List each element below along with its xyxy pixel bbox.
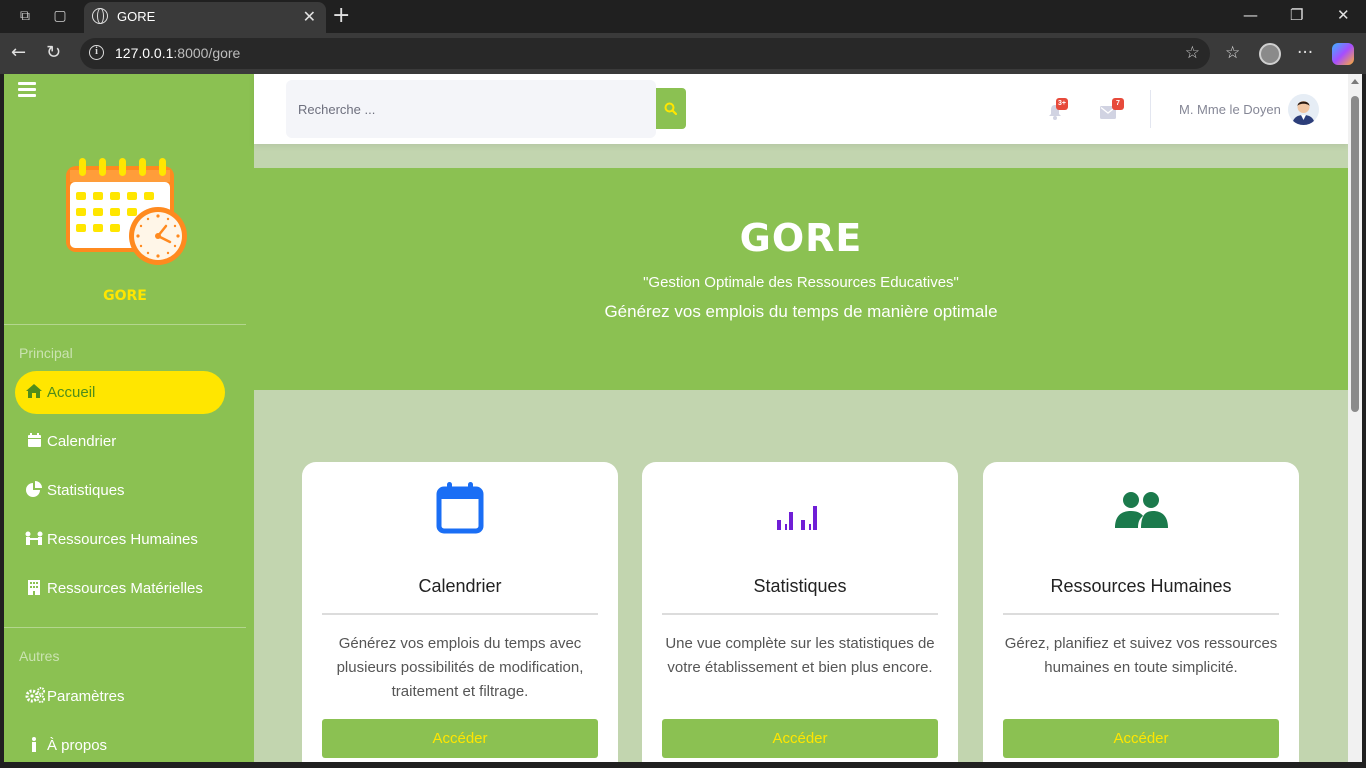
calendar-clock-logo xyxy=(66,158,187,265)
page-scrollbar[interactable] xyxy=(1348,74,1362,762)
page-viewport: GORE Principal Accueil Calendrier Statis… xyxy=(4,74,1348,762)
card-ressources-humaines: Ressources Humaines Gérez, planifiez et … xyxy=(983,462,1299,762)
card-text: Une vue complète sur les statistiques de… xyxy=(665,635,935,676)
tab-title: GORE xyxy=(117,9,156,24)
card-calendrier: Calendrier Générez vos emplois du temps … xyxy=(302,462,618,762)
scroll-up-icon[interactable] xyxy=(1351,79,1359,84)
address-bar-row: ← ↻ i 127.0.0.1:8000/gore ☆ ☆ ··· xyxy=(0,33,1366,74)
more-icon[interactable]: ··· xyxy=(1297,43,1313,63)
card-title: Statistiques xyxy=(753,576,847,596)
window-bottom-edge xyxy=(0,762,1366,768)
info-icon xyxy=(25,736,43,755)
sidebar-item-label: Ressources Humaines xyxy=(47,531,198,548)
profile-icon[interactable] xyxy=(1259,43,1281,65)
topbar: 3+ 7 M. Mme le Doyen xyxy=(254,74,1348,144)
sidebar-item-parametres[interactable]: Paramètres xyxy=(15,675,225,718)
search-icon xyxy=(664,102,677,115)
menu-icon[interactable] xyxy=(18,82,36,97)
url-host: 127.0.0.1 xyxy=(115,45,174,61)
browser-tab-bar: ⧉ ▢ GORE ✕ + — ❐ ✕ xyxy=(0,0,1366,33)
sidebar-item-label: Paramètres xyxy=(47,688,125,705)
calendar-icon xyxy=(302,482,618,538)
maximize-icon[interactable]: ❐ xyxy=(1290,6,1303,24)
sidebar-item-calendrier[interactable]: Calendrier xyxy=(15,420,225,463)
messages-button[interactable]: 7 xyxy=(1100,98,1124,123)
messages-badge: 7 xyxy=(1112,98,1124,110)
search-box xyxy=(286,80,656,138)
sidebar-item-a-propos[interactable]: À propos xyxy=(15,724,225,762)
url-field[interactable]: i 127.0.0.1:8000/gore ☆ xyxy=(80,38,1210,69)
reload-icon[interactable]: ↻ xyxy=(46,42,61,63)
people-icon xyxy=(25,531,43,548)
acceder-button[interactable]: Accéder xyxy=(322,719,598,758)
sidebar-heading-autres: Autres xyxy=(19,648,60,664)
card-text: Gérez, planifiez et suivez vos ressource… xyxy=(1004,635,1278,676)
scrollbar-thumb[interactable] xyxy=(1351,96,1359,412)
sidebar-item-label: Ressources Matérielles xyxy=(47,580,203,597)
pie-chart-icon xyxy=(25,481,43,500)
hero-subtitle: "Gestion Optimale des Ressources Educati… xyxy=(643,274,959,291)
sidebar-item-label: À propos xyxy=(47,737,108,754)
sidebar-divider xyxy=(4,627,246,628)
tab-actions-icon[interactable]: ▢ xyxy=(51,7,69,25)
home-icon xyxy=(25,384,43,401)
bar-chart-icon xyxy=(642,482,958,538)
copilot-icon[interactable] xyxy=(1332,43,1354,65)
hero-lead: Générez vos emplois du temps de manière … xyxy=(604,302,998,321)
globe-icon xyxy=(92,8,108,24)
browser-tab[interactable]: GORE ✕ xyxy=(84,2,326,33)
user-avatar-icon xyxy=(1288,94,1319,125)
calendar-icon xyxy=(25,433,43,450)
alerts-button[interactable]: 3+ xyxy=(1048,98,1068,124)
window-close-icon[interactable]: ✕ xyxy=(1337,6,1350,24)
building-icon xyxy=(25,579,43,598)
card-text: Générez vos emplois du temps avec plusie… xyxy=(336,635,584,700)
search-button[interactable] xyxy=(656,88,686,129)
back-icon[interactable]: ← xyxy=(11,42,26,63)
sidebar-item-label: Calendrier xyxy=(47,433,117,450)
close-icon[interactable]: ✕ xyxy=(303,7,316,26)
acceder-button[interactable]: Accéder xyxy=(662,719,938,758)
hero-banner: GORE "Gestion Optimale des Ressources Ed… xyxy=(254,168,1348,390)
card-statistiques: Statistiques Une vue complète sur les st… xyxy=(642,462,958,762)
new-tab-icon[interactable]: + xyxy=(332,3,350,28)
favorites-icon[interactable]: ☆ xyxy=(1225,43,1240,63)
sidebar-item-label: Accueil xyxy=(47,384,96,401)
gears-icon xyxy=(25,687,45,706)
card-divider xyxy=(322,613,598,615)
sidebar-item-ressources-humaines[interactable]: Ressources Humaines xyxy=(15,518,225,561)
people-icon xyxy=(983,482,1299,538)
hero-title: GORE xyxy=(739,216,863,260)
sidebar: GORE Principal Accueil Calendrier Statis… xyxy=(4,74,254,762)
card-divider xyxy=(1003,613,1279,615)
sidebar-item-statistiques[interactable]: Statistiques xyxy=(15,469,225,512)
sidebar-item-ressources-materielles[interactable]: Ressources Matérielles xyxy=(15,567,225,610)
card-title: Ressources Humaines xyxy=(1050,576,1232,596)
sidebar-item-label: Statistiques xyxy=(47,482,125,499)
alerts-badge: 3+ xyxy=(1056,98,1068,110)
topbar-divider xyxy=(1150,90,1151,128)
sidebar-divider xyxy=(4,324,246,325)
card-divider xyxy=(662,613,938,615)
user-name[interactable]: M. Mme le Doyen xyxy=(1179,102,1281,117)
star-icon[interactable]: ☆ xyxy=(1185,43,1200,63)
sidebar-heading-principal: Principal xyxy=(19,345,73,361)
avatar[interactable] xyxy=(1288,94,1319,125)
workspaces-icon[interactable]: ⧉ xyxy=(16,7,34,25)
search-input[interactable] xyxy=(286,80,656,138)
sidebar-brand[interactable]: GORE xyxy=(4,288,246,304)
minimize-icon[interactable]: — xyxy=(1243,6,1258,24)
info-icon[interactable]: i xyxy=(89,45,104,60)
sidebar-item-accueil[interactable]: Accueil xyxy=(15,371,225,414)
url-path: :8000/gore xyxy=(173,45,241,61)
card-title: Calendrier xyxy=(418,576,502,596)
acceder-button[interactable]: Accéder xyxy=(1003,719,1279,758)
